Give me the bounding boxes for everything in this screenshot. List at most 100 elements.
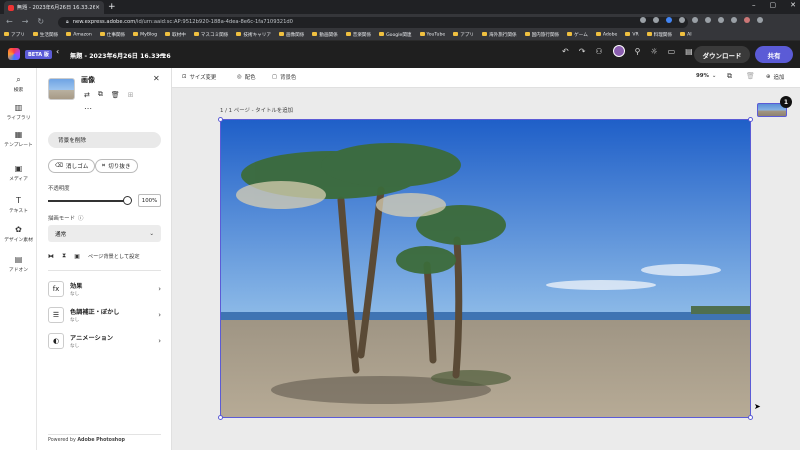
back-chevron-icon[interactable]: ‹ — [56, 47, 59, 56]
more-options-icon[interactable]: ⋯ — [84, 104, 92, 113]
color-scheme-button[interactable]: ◎ 配色 — [237, 73, 256, 81]
undo-icon[interactable]: ↶ — [562, 47, 569, 56]
profile-avatar[interactable] — [744, 17, 750, 23]
rail-item-text[interactable]: T テキスト — [0, 196, 37, 214]
page-title-label[interactable]: 1 / 1 ページ - タイトルを追加 — [220, 106, 293, 114]
extension-icon[interactable] — [705, 17, 711, 23]
zoom-select[interactable]: 99% ⌄ — [696, 73, 716, 79]
bookmark-item[interactable]: 技術キャリア — [236, 32, 271, 38]
bookmark-item[interactable]: アプリ — [453, 32, 474, 38]
resize-handle[interactable] — [748, 415, 753, 420]
rail-item-design-assets[interactable]: ✿ デザイン素材 — [0, 225, 37, 243]
download-button[interactable]: ダウンロード — [694, 46, 750, 63]
panel-row-adjust[interactable]: ☰ 色調補正・ぼかし なし › — [48, 304, 161, 326]
set-as-background-icon[interactable]: ▣ — [74, 253, 80, 260]
bookmark-item[interactable]: 画像関係 — [278, 32, 304, 38]
delete-icon[interactable]: 🗑︎ — [111, 91, 120, 99]
bookmark-item[interactable]: マスコミ関係 — [193, 32, 228, 38]
chevron-down-icon: ⌄ — [711, 73, 717, 79]
add-page-button[interactable]: ⊕ 追加 — [766, 73, 784, 81]
panel-row-title: アニメーション — [70, 335, 114, 342]
bookmark-item[interactable]: 国内旅行関係 — [524, 32, 559, 38]
bookmark-item[interactable]: Amazon — [66, 31, 92, 37]
minimize-icon[interactable]: – — [752, 1, 756, 9]
avatar[interactable] — [612, 45, 625, 57]
rail-item-template[interactable]: ▦ テンプレート — [0, 130, 37, 148]
bookmark-item[interactable]: 海外旅行関係 — [482, 32, 517, 38]
back-icon[interactable]: ← — [6, 17, 13, 26]
rail-item-search[interactable]: ⌕ 検索 — [0, 75, 37, 93]
present-icon[interactable]: ▤ — [685, 47, 693, 56]
window-close-icon[interactable]: ✕ — [790, 1, 796, 9]
redo-icon[interactable]: ↷ — [579, 47, 586, 56]
crop-button[interactable]: ⌗ 切り抜き — [95, 159, 138, 173]
duplicate-icon[interactable]: ⧉ — [98, 90, 103, 99]
adobe-express-logo-icon[interactable] — [8, 48, 20, 60]
bookmark-item[interactable]: MyBlog — [133, 31, 157, 37]
resize-handle[interactable] — [218, 415, 223, 420]
bookmark-item[interactable]: VR — [625, 31, 639, 37]
eraser-button[interactable]: ⌫ 消しゴム — [48, 159, 96, 173]
set-as-background-label[interactable]: ページ背景として設定 — [88, 253, 140, 260]
bookmark-item[interactable]: 料理関係 — [646, 32, 672, 38]
selected-image[interactable] — [220, 119, 751, 418]
bookmark-item[interactable]: Adobe — [595, 31, 617, 37]
extension-icon[interactable] — [666, 17, 672, 23]
share-page-icon[interactable] — [640, 17, 646, 23]
panel-row-animation[interactable]: ◐ アニメーション なし › — [48, 330, 161, 352]
bookmark-item[interactable]: YouTube — [419, 31, 445, 37]
close-tab-icon[interactable]: × — [95, 4, 100, 11]
lightbulb-icon[interactable]: ☼ — [650, 47, 657, 56]
new-tab-icon[interactable]: + — [108, 2, 116, 12]
bookmark-star-icon[interactable] — [653, 17, 659, 23]
bookmark-item[interactable]: 音楽関係 — [345, 32, 371, 38]
copy-page-icon[interactable]: ⧉ — [727, 72, 732, 81]
info-icon[interactable]: ⓘ — [78, 214, 83, 222]
panel-row-fx[interactable]: fx 効果 なし › — [48, 278, 161, 300]
maximize-icon[interactable]: ▢ — [770, 1, 777, 9]
background-color-button[interactable]: ▢ 背景色 — [272, 73, 296, 81]
document-title[interactable]: 無題 - 2023年6月26日 16.33.26 — [70, 51, 171, 60]
flip-horizontal-icon[interactable]: ⧓ — [48, 253, 54, 260]
bookmark-item[interactable]: Google関連 — [379, 32, 412, 38]
bookmark-item[interactable]: AI — [680, 31, 692, 37]
extension-icon[interactable] — [692, 17, 698, 23]
replace-image-icon[interactable]: ⇄ — [84, 91, 90, 99]
rail-item-addons[interactable]: ▤ アドオン — [0, 255, 37, 273]
blend-mode-select[interactable]: 通常 ⌄ — [48, 225, 161, 242]
browser-menu-icon[interactable] — [757, 17, 763, 23]
opacity-slider-track[interactable] — [48, 200, 128, 202]
bookmark-item[interactable]: 取材中 — [165, 32, 186, 38]
bookmarks-bar: アプリ 生活関係 Amazon 仕事関係 MyBlog 取材中 マスコミ関係 技術キャリア 画像… — [0, 29, 800, 41]
flip-vertical-icon[interactable]: ⧗ — [62, 252, 66, 260]
mouse-cursor-icon: ➤ — [754, 402, 761, 411]
opacity-slider-handle[interactable] — [123, 196, 132, 205]
share-button[interactable]: 共有 — [755, 46, 793, 63]
bookmark-item[interactable]: 動画関係 — [312, 32, 338, 38]
remove-background-button[interactable]: 背景を削除 — [48, 132, 161, 148]
bookmark-item[interactable]: ゲーム — [567, 32, 588, 38]
forward-icon[interactable]: → — [22, 17, 29, 26]
resize-handle[interactable] — [218, 117, 223, 122]
rail-item-media[interactable]: ▣ メディア — [0, 164, 37, 182]
url-field[interactable]: 🔒︎ new.express.adobe.com /id/urn:aaid:sc… — [58, 16, 688, 28]
opacity-input[interactable]: 100% — [138, 194, 161, 207]
extension-icon[interactable] — [679, 17, 685, 23]
delete-page-icon[interactable]: 🗑︎ — [746, 72, 755, 80]
resize-button[interactable]: ⊡ サイズ変更 — [182, 73, 216, 81]
location-pin-icon[interactable]: ⚲ — [635, 47, 641, 56]
comment-icon[interactable]: ▭ — [668, 47, 676, 56]
puzzle-icon[interactable] — [718, 17, 724, 23]
group-icon[interactable]: ⊞ — [128, 91, 134, 99]
close-panel-icon[interactable]: ✕ — [153, 74, 160, 83]
bookmark-item[interactable]: アプリ — [4, 32, 25, 38]
bookmark-item[interactable]: 生活関係 — [32, 32, 58, 38]
reload-icon[interactable]: ↻ — [37, 17, 44, 26]
resize-handle[interactable] — [748, 117, 753, 122]
lock-icon: 🔒︎ — [66, 18, 69, 25]
browser-tab[interactable]: 無題 - 2023年6月26日 16.33.26 × — [4, 1, 104, 14]
bookmark-item[interactable]: 仕事関係 — [99, 32, 125, 38]
rail-item-library[interactable]: ▥ ライブラリ — [0, 103, 37, 121]
invite-user-icon[interactable]: ⚇ — [595, 47, 602, 56]
sidebar-icon[interactable] — [731, 17, 737, 23]
